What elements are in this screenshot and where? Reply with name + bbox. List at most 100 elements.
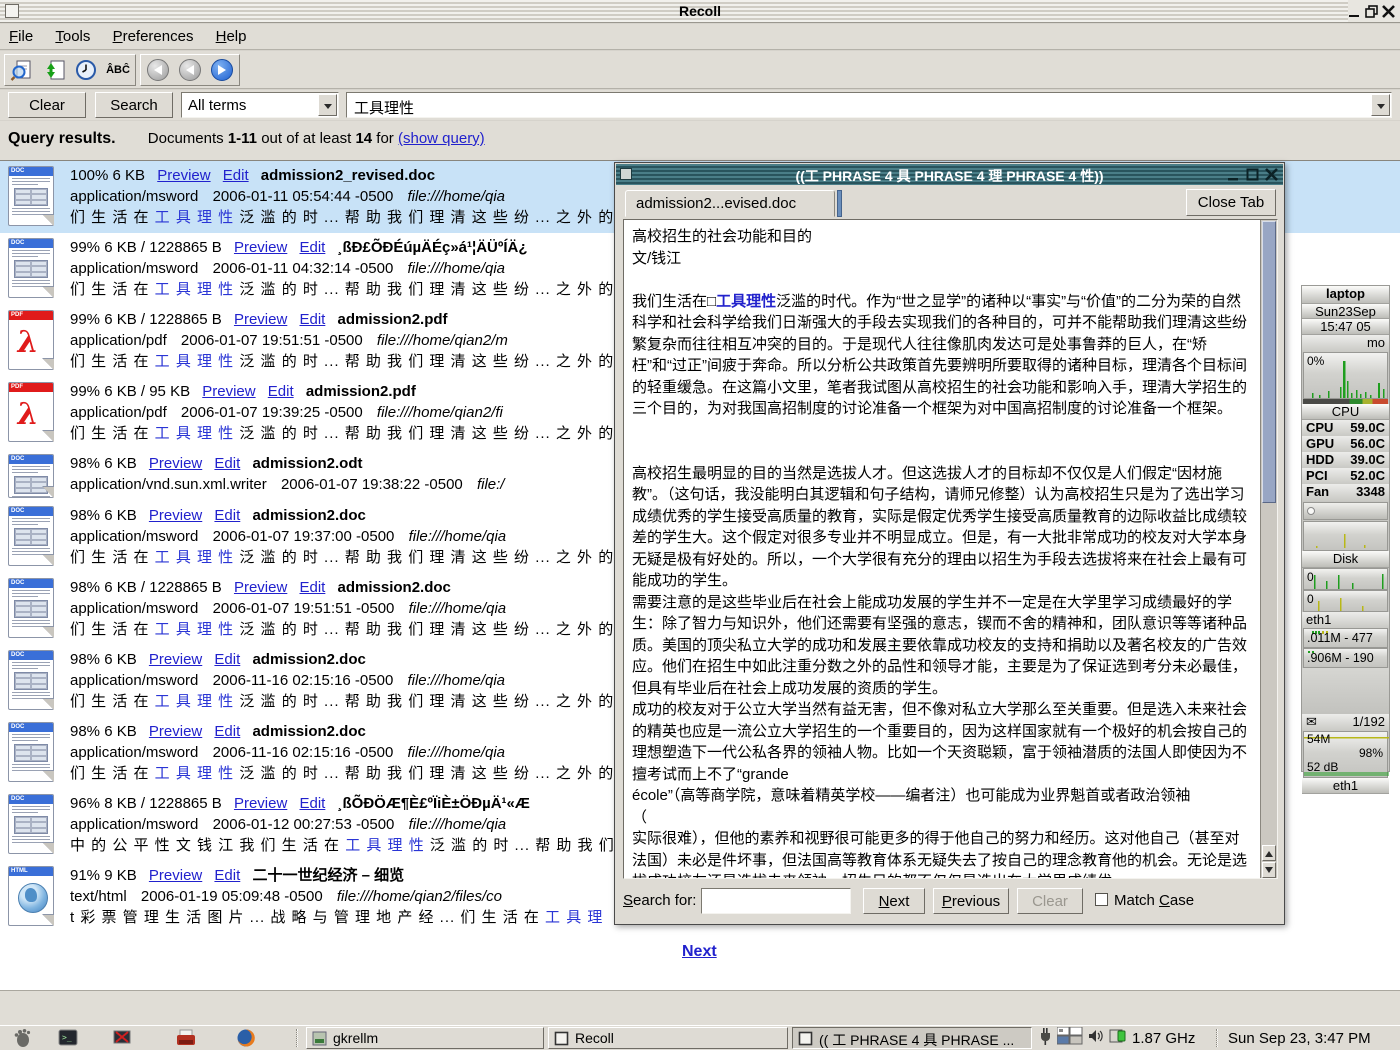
preview-close-icon[interactable]: [1264, 167, 1279, 182]
menu-tools[interactable]: Tools: [46, 24, 99, 50]
search-button[interactable]: Search: [95, 92, 173, 118]
result-date: 2006-01-12 00:27:53 -0500: [213, 816, 395, 833]
edit-link[interactable]: Edit: [214, 651, 240, 668]
advanced-search-icon[interactable]: [8, 57, 36, 83]
find-input[interactable]: [701, 888, 851, 914]
result-filename: admission2.pdf: [306, 383, 416, 400]
taskbar-clock[interactable]: Sun Sep 23, 3:47 PM: [1228, 1030, 1371, 1047]
svg-text:>_: >_: [62, 1033, 72, 1042]
result-url: file:/: [477, 476, 505, 493]
preview-minimize-icon[interactable]: [1226, 167, 1241, 182]
term-explorer-icon[interactable]: ÂBĈ: [104, 57, 132, 83]
preview-link[interactable]: Preview: [234, 795, 287, 812]
result-date: 2006-01-07 19:51:51 -0500: [213, 600, 395, 617]
volume-icon[interactable]: [1088, 1028, 1104, 1048]
edit-link[interactable]: Edit: [223, 167, 249, 184]
preview-scrollbar[interactable]: [1260, 220, 1277, 878]
find-next-button[interactable]: Next: [863, 888, 925, 914]
preview-link[interactable]: Preview: [149, 651, 202, 668]
edit-link[interactable]: Edit: [299, 239, 325, 256]
pdf-file-icon: PDFλ: [6, 382, 58, 442]
find-clear-button: Clear: [1017, 888, 1083, 914]
preview-link[interactable]: Preview: [202, 383, 255, 400]
edit-link[interactable]: Edit: [299, 795, 325, 812]
document-history-icon[interactable]: [72, 57, 100, 83]
result-url: file:///home/qia: [409, 816, 507, 833]
preview-link[interactable]: Preview: [234, 311, 287, 328]
search-input[interactable]: 工具理性: [346, 92, 1392, 118]
preview-link[interactable]: Preview: [149, 455, 202, 472]
scroll-up-icon[interactable]: [1262, 845, 1276, 861]
preview-link[interactable]: Preview: [149, 507, 202, 524]
edit-link[interactable]: Edit: [214, 455, 240, 472]
match-case-label: Match Case: [1114, 892, 1194, 909]
menu-preferences[interactable]: Preferences: [104, 24, 203, 50]
preview-paragraph: 我们生活在□工具理性泛滥的时代。作为“世之显学”的诸种以“事实”与“价值”的二分…: [632, 291, 1252, 420]
menu-file[interactable]: File: [0, 24, 42, 50]
match-case-checkbox[interactable]: [1095, 893, 1108, 906]
memory-chart: 54M 98% 52 dB: [1303, 731, 1388, 778]
result-filename: admission2.doc: [252, 651, 365, 668]
close-icon[interactable]: [1381, 4, 1396, 19]
edit-link[interactable]: Edit: [214, 723, 240, 740]
firefox-icon[interactable]: [234, 1027, 258, 1049]
workspace-switcher-icon[interactable]: [1057, 1027, 1083, 1049]
power-plug-icon[interactable]: [1038, 1027, 1052, 1049]
next-page-link[interactable]: Next: [682, 943, 717, 960]
minimize-icon[interactable]: [1347, 4, 1362, 19]
result-url: file:///home/qia: [409, 600, 507, 617]
preview-maximize-icon[interactable]: [1245, 167, 1260, 182]
chevron-down-icon[interactable]: [318, 94, 337, 116]
result-mimetype: application/msword: [70, 672, 198, 689]
result-mimetype: application/msword: [70, 188, 198, 205]
preview-link[interactable]: Preview: [234, 579, 287, 596]
edit-link[interactable]: Edit: [299, 311, 325, 328]
result-date: 2006-11-16 02:15:16 -0500: [213, 744, 394, 761]
preview-link[interactable]: Preview: [157, 167, 210, 184]
cpu-frequency-icon[interactable]: [1109, 1028, 1127, 1048]
preview-link[interactable]: Preview: [149, 723, 202, 740]
cpu-chart-spikes: [1304, 353, 1389, 398]
display-off-icon[interactable]: [110, 1027, 134, 1049]
gkrellm-monitor[interactable]: laptop Sun23Sep 15:47 05 mo 0% CPU CPU59…: [1301, 285, 1390, 772]
taskbar-button-preview[interactable]: (( 工 PHRASE 4 具 PHRASE ...: [792, 1027, 1032, 1049]
first-page-icon[interactable]: [144, 57, 172, 83]
gnome-foot-icon[interactable]: [10, 1027, 34, 1049]
typewriter-icon[interactable]: [174, 1027, 198, 1049]
net-in-value: .011M - 477: [1307, 631, 1373, 645]
terminal-icon[interactable]: >_: [56, 1027, 80, 1049]
edit-link[interactable]: Edit: [299, 579, 325, 596]
taskbar-button-gkrellm[interactable]: gkrellm: [306, 1027, 544, 1049]
result-mimetype: text/html: [70, 888, 127, 905]
taskbar: >_ gkrellm Recoll (( 工 PHRASE 4 具 PHRASE…: [0, 1025, 1400, 1050]
edit-link[interactable]: Edit: [214, 867, 240, 884]
clear-button[interactable]: Clear: [8, 92, 86, 118]
result-relevance-size: 98% 6 KB: [70, 507, 137, 524]
scrollbar-thumb[interactable]: [1262, 221, 1276, 503]
temperature-row: PCI52.0C: [1302, 468, 1389, 484]
next-page-icon[interactable]: [208, 57, 236, 83]
fan-value: 3348: [1356, 484, 1385, 501]
edit-link[interactable]: Edit: [214, 507, 240, 524]
scroll-down-icon[interactable]: [1262, 862, 1276, 878]
window-bottom-strip: [0, 990, 1400, 1025]
sort-parameters-icon[interactable]: [40, 57, 68, 83]
preview-tab[interactable]: admission2...evised.doc: [625, 190, 835, 217]
restore-icon[interactable]: [1364, 4, 1379, 19]
fan-krell-panel[interactable]: [1303, 502, 1388, 520]
menu-help[interactable]: Help: [207, 24, 256, 50]
preview-link[interactable]: Preview: [234, 239, 287, 256]
taskbar-button-recoll[interactable]: Recoll: [548, 1027, 788, 1049]
preview-text-area[interactable]: 高校招生的社会功能和目的文/钱江我们生活在□工具理性泛滥的时代。作为“世之显学”…: [623, 219, 1278, 879]
recoll-task-icon: [554, 1031, 569, 1046]
find-previous-button[interactable]: Previous: [933, 888, 1009, 914]
previous-page-icon[interactable]: [176, 57, 204, 83]
edit-link[interactable]: Edit: [268, 383, 294, 400]
show-query-link[interactable]: (show query): [398, 130, 485, 147]
close-tab-button[interactable]: Close Tab: [1186, 189, 1276, 216]
history-dropdown-icon[interactable]: [1371, 94, 1390, 116]
gkrellm-task-icon: [312, 1031, 327, 1046]
search-mode-select[interactable]: All terms: [181, 92, 339, 118]
preview-link[interactable]: Preview: [149, 867, 202, 884]
preview-window: ((工 PHRASE 4 具 PHRASE 4 理 PHRASE 4 性)) a…: [614, 162, 1285, 925]
